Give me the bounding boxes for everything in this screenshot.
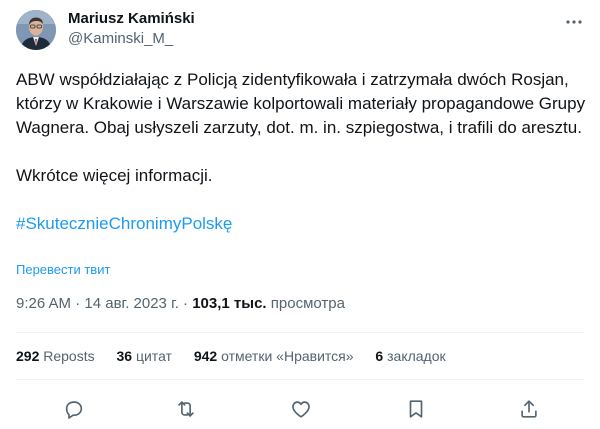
share-icon[interactable] xyxy=(518,398,540,420)
reply-icon[interactable] xyxy=(63,398,85,420)
tweet-header: Mariusz Kamiński @Kaminski_M_ xyxy=(16,10,584,50)
divider xyxy=(16,379,584,380)
tweet-text: ABW współdziałając z Policją zidentyfiko… xyxy=(16,68,588,236)
bookmarks-count: 6 xyxy=(375,348,384,364)
tweet-paragraph: ABW współdziałając z Policją zidentyfiko… xyxy=(16,70,586,137)
likes-stat[interactable]: 942 отметки «Нравится» xyxy=(194,348,354,364)
likes-count: 942 xyxy=(193,348,218,364)
quotes-label: цитат xyxy=(135,348,172,364)
tweet-time[interactable]: 9:26 AM xyxy=(16,295,71,312)
translate-tweet-link[interactable]: Перевести твит xyxy=(16,262,110,277)
action-bar xyxy=(16,394,584,422)
divider xyxy=(16,332,584,333)
heart-icon[interactable] xyxy=(290,398,312,420)
reposts-count: 292 xyxy=(16,348,40,364)
author-name[interactable]: Mariusz Kamiński xyxy=(68,10,195,27)
quotes-count: 36 xyxy=(116,348,133,364)
bookmark-icon[interactable] xyxy=(405,398,427,420)
tweet-date[interactable]: 14 авг. 2023 г. xyxy=(84,295,178,312)
repost-icon[interactable] xyxy=(175,398,197,420)
more-dots-icon[interactable] xyxy=(564,12,584,32)
views-count: 103,1 тыс. xyxy=(192,295,267,312)
views-label: просмотра xyxy=(270,295,345,312)
likes-label: отметки «Нравится» xyxy=(221,348,354,364)
meta-separator: · xyxy=(178,295,193,312)
bookmarks-stat[interactable]: 6 закладок xyxy=(375,348,445,364)
avatar[interactable] xyxy=(16,10,56,50)
reposts-stat[interactable]: 292 Reposts xyxy=(16,348,95,364)
quotes-stat[interactable]: 36 цитат xyxy=(117,348,172,364)
engagement-stats: 292 Reposts 36 цитат 942 отметки «Нравит… xyxy=(16,348,464,364)
bookmarks-label: закладок xyxy=(387,348,446,364)
reposts-label: Reposts xyxy=(43,348,95,364)
hashtag-link[interactable]: #SkutecznieChronimyPolskę xyxy=(16,212,588,236)
tweet-paragraph: Wkrótce więcej informacji. xyxy=(16,166,213,185)
author-handle[interactable]: @Kaminski_M_ xyxy=(68,30,173,47)
tweet-meta: 9:26 AM · 14 авг. 2023 г. · 103,1 тыс. п… xyxy=(16,295,345,312)
meta-separator: · xyxy=(71,295,85,312)
